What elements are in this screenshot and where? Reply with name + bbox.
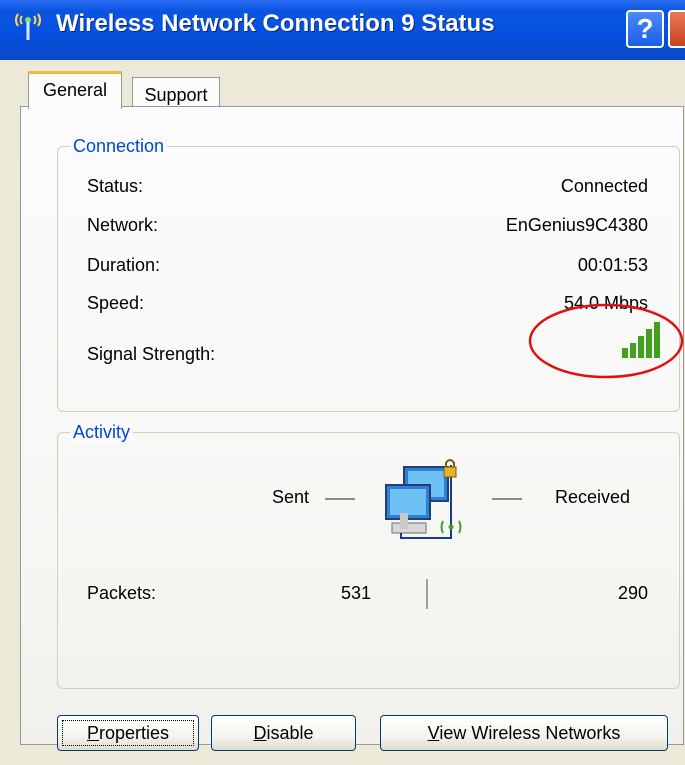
help-button[interactable]: ?	[626, 10, 664, 48]
wireless-network-icon	[15, 13, 41, 40]
disable-button[interactable]: Disable	[211, 715, 356, 751]
close-button[interactable]	[668, 10, 685, 48]
status-value: Connected	[560, 176, 648, 196]
connection-legend: Connection	[70, 135, 168, 157]
speed-label: Speed:	[87, 293, 145, 313]
view-wireless-networks-button[interactable]: View Wireless Networks	[380, 715, 668, 751]
view-label: iew Wireless Networks	[439, 723, 621, 743]
network-value: EnGenius9C4380	[505, 215, 648, 235]
received-label: Received	[555, 487, 631, 507]
packets-sent-value: 531	[340, 583, 371, 603]
tab-general[interactable]: General	[28, 71, 122, 109]
properties-button-main[interactable]: Properties	[57, 715, 199, 751]
sent-line	[325, 498, 355, 500]
tab-panel-general: Connection Status: Connected Network: En…	[20, 106, 684, 745]
signal-strength-label: Signal Strength:	[87, 344, 216, 364]
received-line	[492, 498, 522, 500]
dialog-body: General Support Connection Status: Conne…	[0, 60, 685, 765]
focus-rect	[62, 720, 194, 746]
packets-label: Packets:	[87, 583, 157, 603]
disable-mnemonic: D	[253, 723, 267, 743]
annotation-ellipse	[528, 303, 684, 379]
duration-label: Duration:	[87, 255, 161, 275]
sent-label: Sent	[272, 487, 310, 507]
window-title: Wireless Network Connection 9 Status	[56, 10, 495, 37]
activity-group: Activity Sent Received Packets: 531 290	[57, 421, 680, 689]
packets-received-value: 290	[617, 583, 648, 603]
activity-legend: Activity	[70, 421, 134, 443]
packets-divider	[426, 579, 428, 609]
status-label: Status:	[87, 176, 144, 196]
duration-value: 00:01:53	[577, 255, 648, 275]
title-bar[interactable]: Wireless Network Connection 9 Status ?	[0, 0, 685, 60]
network-computers-icon	[385, 459, 462, 539]
disable-label: isable	[266, 723, 314, 743]
view-mnemonic: V	[427, 723, 440, 743]
network-label: Network:	[87, 215, 159, 235]
